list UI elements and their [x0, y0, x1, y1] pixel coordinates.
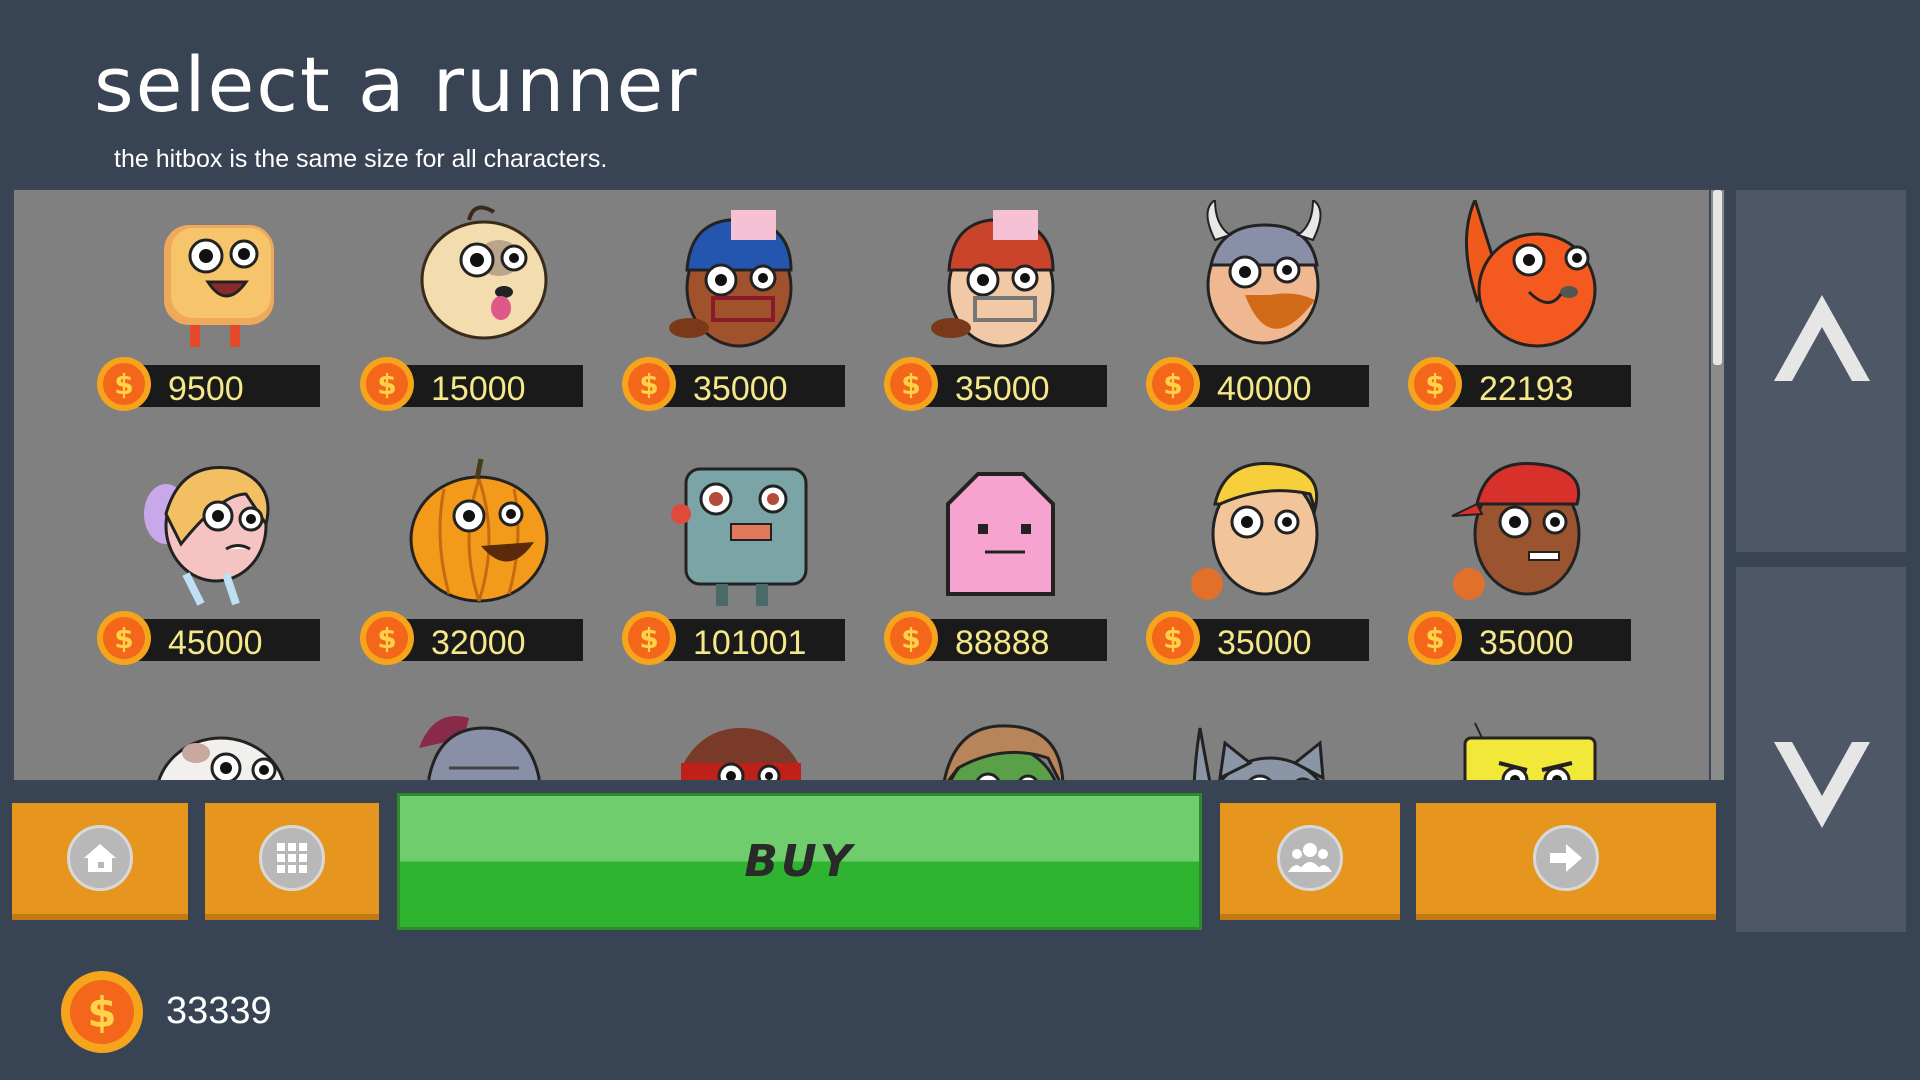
scrollbar-thumb[interactable]	[1713, 190, 1722, 365]
menu-grid-button[interactable]	[205, 803, 379, 920]
character-card-pink-blob[interactable]: $ 88888	[883, 454, 1113, 684]
coin-icon: $	[1408, 611, 1462, 665]
football-player-character	[669, 210, 793, 348]
character-card-robot[interactable]: $ 101001	[621, 454, 851, 684]
coin-icon: $	[97, 611, 151, 665]
buy-button[interactable]: BUY	[397, 793, 1202, 930]
football-player-character	[931, 210, 1055, 348]
page-title: select a runner	[94, 40, 699, 129]
grid-icon	[259, 825, 325, 891]
character-card-football-blue[interactable]: $ 35000	[621, 200, 851, 430]
svg-text:$: $	[1163, 368, 1182, 401]
chevron-up-icon	[1774, 295, 1870, 381]
home-button[interactable]	[12, 803, 188, 920]
page-subtitle: the hitbox is the same size for all char…	[114, 145, 608, 173]
character-card-ninja[interactable]	[621, 708, 851, 780]
coin-icon: $	[622, 357, 676, 411]
arrow-right-icon	[1533, 825, 1599, 891]
coin-icon: $	[622, 611, 676, 665]
pumpkin-character	[409, 458, 549, 603]
friends-button[interactable]	[1220, 803, 1400, 920]
knight-character	[419, 716, 541, 780]
character-card-dog[interactable]: $ 15000	[359, 200, 589, 430]
price-label: 101001	[693, 624, 807, 662]
character-card-pumpkin[interactable]: $ 32000	[359, 454, 589, 684]
price-label: 32000	[431, 624, 526, 662]
svg-text:$: $	[87, 988, 116, 1037]
buy-label: BUY	[744, 836, 855, 887]
sponge-character	[1463, 722, 1597, 780]
coin-icon: $	[1146, 357, 1200, 411]
scroll-up-button[interactable]	[1736, 190, 1906, 552]
coin-icon: $	[97, 357, 151, 411]
svg-text:$: $	[1163, 622, 1182, 655]
cow-character	[157, 736, 285, 780]
character-card-blonde-kid[interactable]: $ 35000	[1145, 454, 1375, 684]
svg-text:$: $	[639, 368, 658, 401]
price-label: 35000	[693, 370, 788, 408]
next-button[interactable]	[1416, 803, 1716, 920]
cat-character	[1192, 727, 1325, 780]
home-icon	[67, 825, 133, 891]
robot-character	[671, 467, 808, 606]
price-label: 35000	[955, 370, 1050, 408]
toast-character	[164, 225, 274, 347]
red-cap-kid-character	[1451, 462, 1581, 600]
pink-blob-character	[946, 472, 1055, 596]
price-label: 35000	[1479, 624, 1574, 662]
fairy-character	[144, 466, 270, 606]
coin-icon: $	[1408, 357, 1462, 411]
character-card-fairy[interactable]: $ 45000	[96, 454, 326, 684]
price-label: 22193	[1479, 370, 1574, 408]
coin-icon: $	[360, 611, 414, 665]
price-label: 35000	[1217, 624, 1312, 662]
coin-icon: $	[360, 357, 414, 411]
coin-icon: $	[884, 611, 938, 665]
price-label: 15000	[431, 370, 526, 408]
svg-text:$: $	[377, 368, 396, 401]
character-grid: $ 9500 $ 15000 $ 35000 $ 35000 $ 40000 $…	[14, 190, 1709, 780]
coin-icon: $	[61, 971, 143, 1053]
chevron-down-icon	[1774, 742, 1870, 828]
character-card-sponge[interactable]	[1407, 708, 1637, 780]
dog-character	[420, 205, 548, 340]
svg-text:$: $	[114, 368, 133, 401]
ninja-character	[681, 728, 801, 780]
scroll-down-button[interactable]	[1736, 567, 1906, 932]
blonde-kid-character	[1191, 462, 1319, 600]
character-card-knight[interactable]	[359, 708, 589, 780]
fox-character	[1464, 200, 1597, 348]
character-card-viking[interactable]: $ 40000	[1145, 200, 1375, 430]
price-label: 45000	[168, 624, 263, 662]
friends-icon	[1277, 825, 1343, 891]
character-card-red-cap-kid[interactable]: $ 35000	[1407, 454, 1637, 684]
svg-text:$: $	[1425, 622, 1444, 655]
svg-text:$: $	[114, 622, 133, 655]
character-card-cow[interactable]	[96, 708, 326, 780]
price-label: 9500	[168, 370, 244, 408]
coin-balance: 33339	[166, 990, 272, 1032]
character-card-football-red[interactable]: $ 35000	[883, 200, 1113, 430]
svg-text:$: $	[901, 368, 920, 401]
zombie-girl-character	[943, 724, 1065, 780]
svg-text:$: $	[377, 622, 396, 655]
price-label: 88888	[955, 624, 1050, 662]
viking-character	[1206, 200, 1322, 345]
price-label: 40000	[1217, 370, 1312, 408]
svg-text:$: $	[901, 622, 920, 655]
svg-text:$: $	[1425, 368, 1444, 401]
character-card-toast[interactable]: $ 9500	[96, 200, 326, 430]
character-card-cat[interactable]	[1145, 708, 1375, 780]
svg-text:$: $	[639, 622, 658, 655]
coin-icon: $	[884, 357, 938, 411]
character-card-fox[interactable]: $ 22193	[1407, 200, 1637, 430]
character-card-zombie-girl[interactable]	[883, 708, 1113, 780]
coin-icon: $	[1146, 611, 1200, 665]
